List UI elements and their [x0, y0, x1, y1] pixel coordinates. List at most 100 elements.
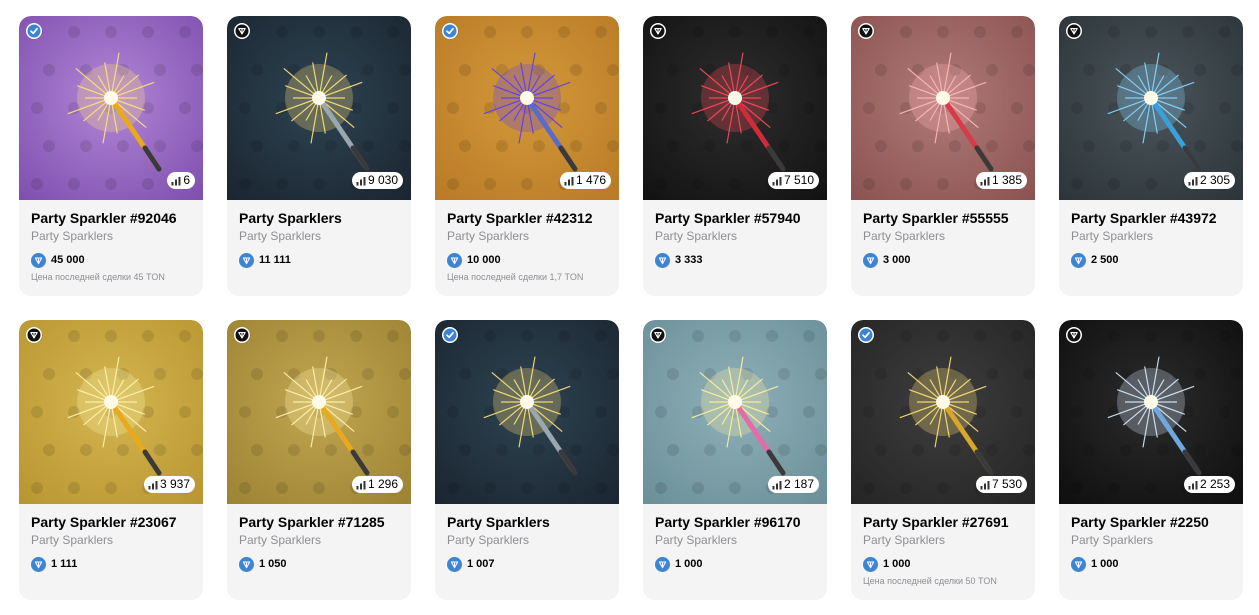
signal-bars-icon [171, 176, 181, 185]
ton-coin-icon [239, 556, 254, 572]
collection-name: Party Sparklers [655, 533, 738, 547]
signal-bars-icon [772, 176, 782, 185]
price-row: 1 050 [239, 556, 399, 572]
gift-title: Party Sparkler #55555 [863, 210, 1009, 226]
gift-image[interactable]: 9 030 [227, 16, 411, 200]
price-value: 45 000 [51, 254, 85, 266]
gift-image[interactable]: 2 305 [1059, 16, 1243, 200]
gift-image[interactable]: 6 [19, 16, 203, 200]
last-deal-price: Цена последней сделки 50 TON [863, 576, 997, 586]
gift-info: Party Sparkler #96170 Party Sparklers 1 00… [643, 504, 827, 572]
gift-title: Party Sparkler #43972 [1071, 210, 1217, 226]
gift-image[interactable]: 1 476 [435, 16, 619, 200]
collection-name: Party Sparklers [447, 533, 530, 547]
gift-image[interactable]: 1 296 [227, 320, 411, 504]
ton-coin-icon [31, 556, 46, 572]
gift-card[interactable]: Party Sparklers Party Sparklers 1 007 [435, 320, 619, 600]
gift-title: Party Sparkler #2250 [1071, 514, 1209, 530]
gift-title: Party Sparkler #71285 [239, 514, 385, 530]
ton-coin-icon [863, 556, 878, 572]
signal-bars-icon [772, 480, 782, 489]
price-value: 2 500 [1091, 254, 1119, 266]
supply-count: 2 305 [1199, 173, 1230, 187]
price-row: 45 000 [31, 252, 191, 268]
gift-card[interactable]: 7 530 Party Sparkler #27691 Party Sparkler… [851, 320, 1035, 600]
collection-name: Party Sparklers [655, 229, 738, 243]
gift-info: Party Sparkler #43972 Party Sparklers 2 50… [1059, 200, 1243, 268]
gift-card[interactable]: 3 937 Party Sparkler #23067 Party Sparkler… [19, 320, 203, 600]
supply-count: 6 [183, 173, 190, 187]
signal-bars-icon [1188, 176, 1198, 185]
gift-info: Party Sparkler #23067 Party Sparklers 1 11… [19, 504, 203, 572]
collection-name: Party Sparklers [239, 533, 322, 547]
gift-image[interactable]: 7 530 [851, 320, 1035, 504]
supply-count-badge: 2 187 [767, 476, 819, 493]
supply-count-badge: 6 [167, 172, 195, 189]
gift-card[interactable]: 9 030 Party Sparklers Party Sparklers 11 11… [227, 16, 411, 296]
collection-name: Party Sparklers [1071, 229, 1154, 243]
supply-count: 2 253 [1199, 477, 1230, 491]
ton-coin-icon [31, 252, 46, 268]
signal-bars-icon [356, 176, 366, 185]
price-value: 1 000 [675, 558, 703, 570]
gift-card[interactable]: 2 305 Party Sparkler #43972 Party Sparkler… [1059, 16, 1243, 296]
gift-title: Party Sparklers [447, 514, 550, 530]
collection-name: Party Sparklers [863, 533, 946, 547]
gift-title: Party Sparkler #23067 [31, 514, 177, 530]
supply-count: 7 530 [991, 477, 1022, 491]
gift-info: Party Sparkler #92046 Party Sparklers 45 0… [19, 200, 203, 283]
price-value: 1 000 [883, 558, 911, 570]
gift-info: Party Sparkler #42312 Party Sparklers 10 0… [435, 200, 619, 283]
gift-grid: 6 Party Sparkler #92046 Party Sparklers 45 … [19, 16, 1243, 600]
price-row: 10 000 [447, 252, 607, 268]
price-value: 1 111 [51, 558, 78, 570]
gift-image[interactable] [435, 320, 619, 504]
price-value: 1 050 [259, 558, 287, 570]
price-row: 2 500 [1071, 252, 1231, 268]
price-value: 1 007 [467, 558, 495, 570]
supply-count: 1 476 [575, 173, 606, 187]
gift-info: Party Sparkler #55555 Party Sparklers 3 00… [851, 200, 1035, 268]
supply-count: 2 187 [783, 477, 814, 491]
blue-check-icon [442, 327, 458, 343]
gift-info: Party Sparklers Party Sparklers 1 007 [435, 504, 619, 572]
gift-info: Party Sparkler #71285 Party Sparklers 1 05… [227, 504, 411, 572]
price-row: 1 007 [447, 556, 607, 572]
ton-coin-icon [655, 252, 670, 268]
gift-info: Party Sparklers Party Sparklers 11 111 [227, 200, 411, 268]
gift-card[interactable]: 1 385 Party Sparkler #55555 Party Sparkler… [851, 16, 1035, 296]
gift-title: Party Sparkler #57940 [655, 210, 801, 226]
gift-image[interactable]: 7 510 [643, 16, 827, 200]
gift-title: Party Sparkler #96170 [655, 514, 801, 530]
black-ton-icon [858, 23, 874, 39]
price-row: 3 000 [863, 252, 1023, 268]
gift-info: Party Sparkler #27691 Party Sparklers 1 00… [851, 504, 1035, 587]
price-value: 11 111 [259, 254, 291, 266]
price-value: 10 000 [467, 254, 501, 266]
last-deal-price: Цена последней сделки 45 TON [31, 272, 165, 282]
blue-check-icon [26, 23, 42, 39]
collection-name: Party Sparklers [447, 229, 530, 243]
gift-image[interactable]: 3 937 [19, 320, 203, 504]
signal-bars-icon [356, 480, 366, 489]
supply-count: 1 385 [991, 173, 1022, 187]
gift-card[interactable]: 1 296 Party Sparkler #71285 Party Sparkler… [227, 320, 411, 600]
price-row: 1 000 [863, 556, 1023, 572]
gift-image[interactable]: 1 385 [851, 16, 1035, 200]
collection-name: Party Sparklers [1071, 533, 1154, 547]
price-row: 1 000 [1071, 556, 1231, 572]
gift-card[interactable]: 7 510 Party Sparkler #57940 Party Sparkler… [643, 16, 827, 296]
supply-count-badge: 1 296 [351, 476, 403, 493]
black-ton-icon [650, 23, 666, 39]
blue-check-icon [858, 327, 874, 343]
supply-count-badge: 1 385 [975, 172, 1027, 189]
gift-image[interactable]: 2 253 [1059, 320, 1243, 504]
gift-card[interactable]: 2 187 Party Sparkler #96170 Party Sparkler… [643, 320, 827, 600]
gift-title: Party Sparklers [239, 210, 342, 226]
gift-card[interactable]: 1 476 Party Sparkler #42312 Party Sparkler… [435, 16, 619, 296]
gift-image[interactable]: 2 187 [643, 320, 827, 504]
collection-name: Party Sparklers [31, 229, 114, 243]
price-value: 3 000 [883, 254, 911, 266]
gift-card[interactable]: 2 253 Party Sparkler #2250 Party Sparklers… [1059, 320, 1243, 600]
gift-card[interactable]: 6 Party Sparkler #92046 Party Sparklers 45 … [19, 16, 203, 296]
